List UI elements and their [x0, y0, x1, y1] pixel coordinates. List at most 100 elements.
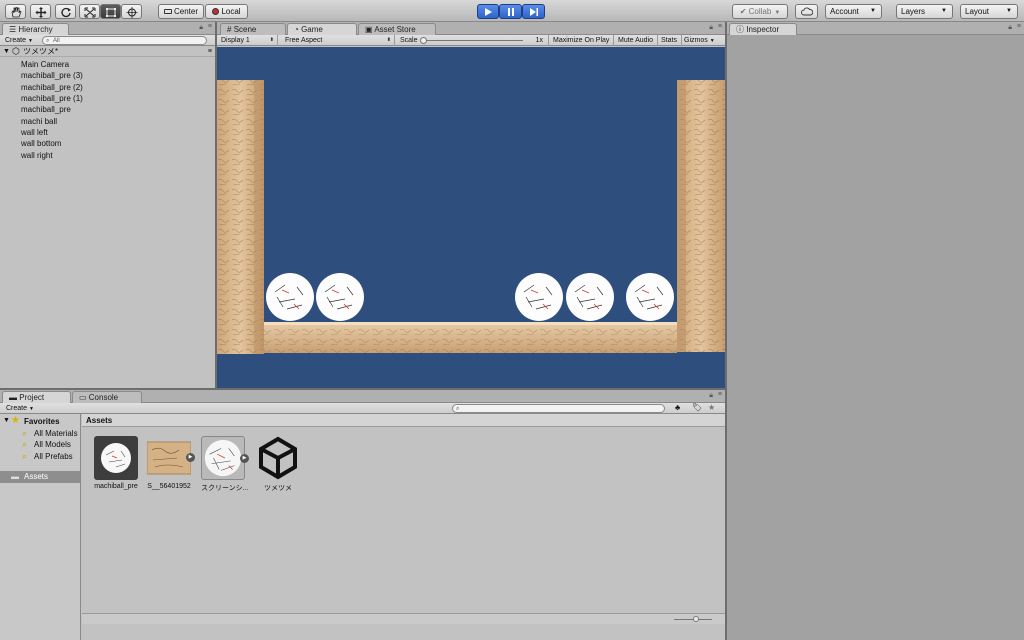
panel-menu-icon[interactable]: ≡ [718, 23, 722, 30]
asset-name: machiball_pre [94, 483, 138, 490]
play-icon [485, 8, 492, 16]
hierarchy-item[interactable]: machi ball [21, 116, 57, 127]
tab-asset-store[interactable]: ▣ Asset Store [358, 23, 436, 35]
scene-tab-label: Scene [233, 25, 257, 34]
asset-item[interactable]: machiball_pre [94, 436, 138, 490]
rotate-icon [60, 7, 71, 18]
gizmos-dropdown[interactable]: Gizmos ▼ [680, 35, 725, 46]
assets-folder-row[interactable]: ▬ Assets [0, 471, 80, 483]
texture-thumbnail-icon [146, 441, 192, 475]
search-icon: ⌕ [22, 439, 28, 449]
cloud-button[interactable] [795, 4, 818, 19]
scene-menu-icon[interactable]: ≡ [208, 46, 212, 57]
asset-item[interactable]: ▶ S__56401952 [146, 436, 195, 490]
transform-tool-button[interactable] [121, 4, 142, 19]
chevron-updown-icon: ⬍ [269, 37, 274, 43]
chevron-down-icon: ▼ [774, 10, 781, 16]
expand-arrow-icon[interactable]: ▶ [186, 453, 195, 462]
hierarchy-tab-label: Hierarchy [18, 25, 53, 34]
project-tab-label: Project [19, 393, 45, 402]
project-tabbar: ▬ Project ▭ Console 🔒︎ ≡ [0, 390, 725, 403]
step-button[interactable] [522, 4, 545, 19]
mute-audio-toggle[interactable]: Mute Audio [614, 35, 659, 46]
rotate-tool-button[interactable] [55, 4, 76, 19]
scale-tool-button[interactable] [79, 4, 100, 19]
pivot-local-toggle[interactable]: Local [205, 4, 248, 19]
hierarchy-item[interactable]: wall bottom [21, 138, 61, 149]
panel-menu-icon[interactable]: ≡ [718, 391, 722, 398]
thumbnail-size-handle[interactable] [693, 616, 699, 622]
lock-icon[interactable]: 🔒︎ [1008, 24, 1012, 32]
scene-row[interactable]: ▼ ⬡ ツメツメ* ≡ [0, 46, 215, 57]
pacman-icon: ◔ [294, 25, 299, 34]
scale-slider-track[interactable] [423, 40, 523, 41]
inspector-tabbar: ⓘ Inspector 🔒︎ ≡ [727, 22, 1024, 35]
tab-hierarchy[interactable]: ☰ Hierarchy [2, 23, 69, 35]
favorite-item[interactable]: All Materials [34, 428, 78, 439]
tab-console[interactable]: ▭ Console [72, 391, 142, 403]
asset-item[interactable]: ツメツメ [256, 436, 300, 493]
aspect-dropdown[interactable]: Free Aspect ⬍ [281, 35, 395, 46]
cloud-icon [800, 7, 813, 16]
machi-ball [266, 273, 314, 321]
hierarchy-item[interactable]: wall left [21, 127, 48, 138]
move-tool-button[interactable] [30, 4, 51, 19]
pause-button[interactable] [499, 4, 522, 19]
lock-icon[interactable]: 🔒︎ [199, 24, 203, 32]
lock-icon[interactable]: 🔒︎ [709, 24, 713, 32]
center-label: Center [173, 7, 198, 16]
hierarchy-item[interactable]: machiball_pre [21, 104, 71, 115]
hierarchy-item[interactable]: machiball_pre (1) [21, 93, 83, 104]
rect-tool-button[interactable] [100, 4, 121, 19]
asset-item[interactable]: ▶ スクリーンシ... [201, 436, 249, 493]
layout-dropdown[interactable]: Layout ▼ [960, 4, 1018, 19]
project-create-button[interactable]: Create ▼ [3, 404, 37, 413]
project-panel: ▬ Project ▭ Console 🔒︎ ≡ Create ▼ ⌕ ♣ 🏷︎… [0, 390, 725, 640]
project-search-input[interactable]: ⌕ [452, 404, 665, 413]
hand-tool-button[interactable] [5, 4, 26, 19]
hierarchy-item[interactable]: machiball_pre (2) [21, 82, 83, 93]
hierarchy-create-button[interactable]: Create ▼ [2, 36, 36, 45]
panel-menu-icon[interactable]: ≡ [208, 23, 212, 30]
pivot-center-toggle[interactable]: Center [158, 4, 204, 19]
breadcrumb-assets[interactable]: Assets [86, 416, 112, 425]
local-globe-icon [212, 8, 220, 16]
panel-menu-icon[interactable]: ≡ [1017, 23, 1021, 30]
aspect-label: Free Aspect [285, 37, 323, 44]
collab-dropdown[interactable]: ✔ Collab ▼ [732, 4, 788, 19]
main-toolbar: Center Local ✔ Collab ▼ Account ▼ Layers ▼ … [0, 0, 1024, 22]
filter-type-icon[interactable]: ♣ [675, 403, 680, 412]
game-view[interactable] [217, 47, 725, 388]
tab-game[interactable]: ◔ Game [287, 23, 357, 35]
hierarchy-item[interactable]: Main Camera [21, 59, 69, 70]
star-icon[interactable]: ★ [708, 403, 715, 412]
hierarchy-search-input[interactable]: ⌕ All [42, 36, 207, 45]
triangle-down-icon[interactable]: ▼ [3, 46, 10, 57]
favorite-item[interactable]: All Prefabs [34, 451, 73, 462]
expand-arrow-icon[interactable]: ▶ [240, 454, 249, 463]
tab-scene[interactable]: # Scene [220, 23, 286, 35]
favorite-item[interactable]: All Models [34, 439, 71, 450]
tag-icon[interactable]: 🏷︎ [692, 403, 702, 412]
list-icon: ☰ [9, 25, 19, 34]
triangle-down-icon[interactable]: ▼ [3, 417, 10, 424]
account-dropdown[interactable]: Account ▼ [825, 4, 882, 19]
chevron-down-icon: ▼ [870, 8, 876, 14]
tab-inspector[interactable]: ⓘ Inspector [729, 23, 797, 35]
favorites-label[interactable]: Favorites [24, 417, 60, 426]
maximize-on-play-toggle[interactable]: Maximize On Play [549, 35, 615, 46]
tab-project[interactable]: ▬ Project [2, 391, 71, 403]
hierarchy-item[interactable]: machiball_pre (3) [21, 70, 83, 81]
chevron-down-icon: ▼ [28, 406, 34, 412]
lock-icon[interactable]: 🔒︎ [709, 392, 713, 400]
asset-name: スクリーンシ... [201, 485, 249, 492]
stats-toggle[interactable]: Stats [657, 35, 682, 46]
play-button[interactable] [477, 4, 499, 19]
search-icon: ⌕ [22, 428, 28, 438]
asset-thumbnail: ▶ [201, 436, 249, 480]
hierarchy-item[interactable]: wall right [21, 150, 53, 161]
scale-slider-handle[interactable] [420, 37, 427, 44]
layers-dropdown[interactable]: Layers ▼ [896, 4, 953, 19]
display-dropdown[interactable]: Display 1 ⬍ [217, 35, 278, 46]
info-icon: ⓘ [736, 25, 747, 34]
